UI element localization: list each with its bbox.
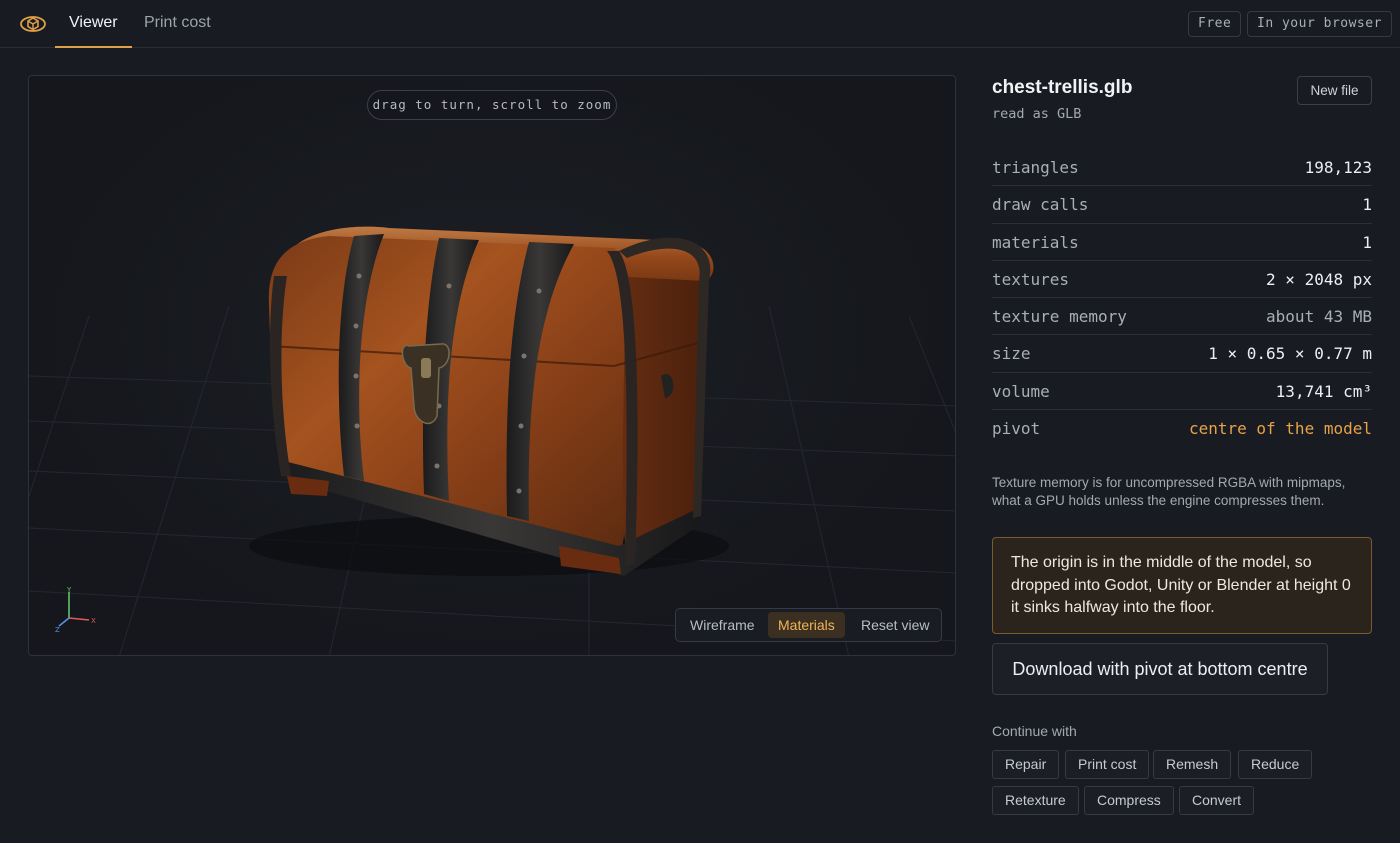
view-mode-controls: Wireframe Materials Reset view [675, 608, 942, 642]
stat-row: pivot centre of the model [992, 410, 1372, 447]
pivot-warning: The origin is in the middle of the model… [992, 537, 1372, 634]
stats-table: triangles 198,123 draw calls 1 materials… [992, 149, 1372, 447]
axis-y-label: Y [66, 586, 72, 594]
stat-value: about 43 MB [1266, 307, 1372, 327]
stat-value: 2 × 2048 px [1266, 269, 1372, 289]
tab-print-cost[interactable]: Print cost [130, 0, 225, 48]
continue-label: Continue with [992, 723, 1077, 739]
texture-memory-note: Texture memory is for uncompressed RGBA … [992, 475, 1346, 508]
file-name: chest-trellis.glb [992, 77, 1133, 98]
stat-label: triangles [992, 158, 1079, 177]
stat-row: volume 13,741 cm³ [992, 373, 1372, 411]
stat-value: 198,123 [1304, 158, 1372, 177]
stat-label: volume [992, 381, 1050, 401]
stat-row: materials 1 [992, 224, 1372, 261]
tab-viewer[interactable]: Viewer [55, 0, 132, 48]
convert-button[interactable]: Convert [1179, 786, 1255, 815]
wireframe-button[interactable]: Wireframe [680, 612, 765, 638]
viewer-hint: drag to turn, scroll to zoom [367, 90, 617, 120]
compress-button[interactable]: Compress [1084, 786, 1174, 815]
retexture-button[interactable]: Retexture [992, 786, 1079, 815]
repair-button[interactable]: Repair [992, 750, 1060, 779]
download-button[interactable]: Download with pivot at bottom centre [992, 643, 1328, 695]
axis-z-label: Z [55, 626, 60, 634]
stat-value: 1 [1362, 195, 1372, 215]
cube-logo-icon [20, 16, 46, 32]
axis-x-label: X [91, 617, 96, 625]
materials-button[interactable]: Materials [768, 612, 845, 638]
stat-row: textures 2 × 2048 px [992, 261, 1372, 299]
axes-gizmo-icon: Y X Z [55, 586, 96, 634]
file-format: read as GLB [992, 106, 1082, 122]
stat-row: size 1 × 0.65 × 0.77 m [992, 335, 1372, 373]
model-scene[interactable] [29, 76, 956, 656]
stat-row: triangles 198,123 [992, 149, 1372, 187]
stat-row: texture memory about 43 MB [992, 298, 1372, 336]
stat-label: materials [992, 232, 1079, 252]
model-viewer[interactable]: drag to turn, scroll to zoom Y X Z Wiref… [28, 75, 956, 656]
top-bar: Viewer Print cost Free In your browser [0, 0, 1400, 48]
stat-value: 1 × 0.65 × 0.77 m [1208, 344, 1372, 364]
reduce-button[interactable]: Reduce [1238, 750, 1313, 779]
in-browser-badge: In your browser [1247, 11, 1392, 37]
new-file-button[interactable]: New file [1297, 76, 1372, 105]
reset-view-button[interactable]: Reset view [851, 612, 939, 638]
free-badge: Free [1188, 11, 1242, 37]
stat-label: draw calls [992, 195, 1089, 215]
remesh-button[interactable]: Remesh [1153, 750, 1232, 779]
stat-row: draw calls 1 [992, 186, 1372, 224]
stat-value: centre of the model [1188, 419, 1372, 439]
print-cost-button[interactable]: Print cost [1065, 750, 1150, 779]
stat-label: size [992, 344, 1031, 364]
stat-label: pivot [992, 419, 1041, 439]
stat-label: textures [992, 269, 1070, 289]
stat-label: texture memory [992, 307, 1127, 327]
stat-value: 13,741 cm³ [1275, 381, 1372, 401]
stat-value: 1 [1362, 232, 1372, 252]
